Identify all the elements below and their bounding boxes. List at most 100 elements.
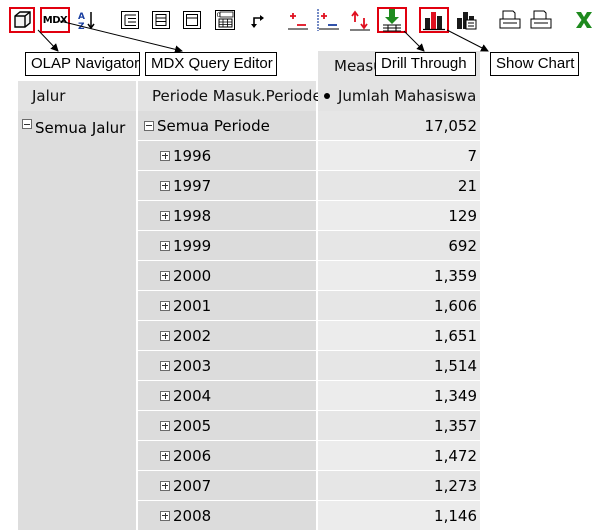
- drill-member-button[interactable]: [285, 7, 311, 33]
- value-label: 21: [457, 176, 477, 195]
- periode-member-label[interactable]: 2001: [173, 297, 211, 315]
- drill-replace-button[interactable]: [347, 7, 373, 33]
- value-cell[interactable]: 1,651: [318, 321, 480, 350]
- value-cell[interactable]: 1,514: [318, 351, 480, 380]
- periode-member-row: 2005: [138, 411, 316, 440]
- jalur-member-label[interactable]: Semua Jalur: [35, 119, 125, 137]
- expand-icon[interactable]: [160, 510, 170, 521]
- callout-mdx-query-editor-label: MDX Query Editor: [151, 55, 273, 72]
- value-label: 1,357: [434, 416, 477, 435]
- value-cell-root[interactable]: 17,052: [318, 111, 480, 140]
- sort-az-icon: A Z: [78, 12, 95, 31]
- mdx-icon: MDX: [42, 14, 68, 26]
- expand-icon[interactable]: [160, 300, 170, 311]
- value-label: 129: [448, 206, 477, 225]
- expand-icon[interactable]: [160, 480, 170, 491]
- cube-icon: [14, 11, 31, 28]
- collapse-icon[interactable]: [144, 120, 154, 131]
- value-cell[interactable]: 129: [318, 201, 480, 230]
- value-label: 692: [448, 236, 477, 255]
- periode-member-row: 2007: [138, 471, 316, 500]
- periode-member-label[interactable]: 1998: [173, 207, 211, 225]
- measure-header-label: Jumlah Mahasiswa: [338, 87, 477, 105]
- drill-position-button[interactable]: [316, 7, 342, 33]
- sort-bullet-icon: [324, 93, 330, 99]
- periode-member-label[interactable]: 2000: [173, 267, 211, 285]
- jalur-header-label: Jalur: [32, 87, 66, 105]
- value-cell[interactable]: 1,146: [318, 501, 480, 530]
- print-config-icon: [499, 10, 521, 29]
- expand-icon[interactable]: [160, 420, 170, 431]
- excel-export-icon: [575, 12, 592, 28]
- show-chart-button[interactable]: [419, 7, 449, 33]
- periode-member-label[interactable]: 1996: [173, 147, 211, 165]
- value-label: 1,146: [434, 506, 477, 525]
- olap-navigator-button[interactable]: [9, 7, 35, 33]
- periode-member-label[interactable]: 2006: [173, 447, 211, 465]
- show-parent-members-button[interactable]: [117, 7, 143, 33]
- periode-member-label[interactable]: 2008: [173, 507, 211, 525]
- svg-text:A: A: [78, 12, 85, 22]
- value-label: 7: [467, 146, 477, 165]
- value-label: 1,606: [434, 296, 477, 315]
- callout-show-chart: Show Chart: [490, 52, 579, 76]
- periode-member-label[interactable]: 2002: [173, 327, 211, 345]
- hierarchy-icon: [121, 11, 139, 29]
- periode-member-label[interactable]: 2005: [173, 417, 211, 435]
- sort-button[interactable]: A Z: [74, 7, 100, 33]
- mdx-query-editor-button[interactable]: MDX: [40, 7, 70, 33]
- show-properties-button[interactable]: [179, 7, 205, 33]
- value-cell[interactable]: 7: [318, 141, 480, 170]
- value-label: 1,273: [434, 476, 477, 495]
- periode-member-label[interactable]: 2007: [173, 477, 211, 495]
- chart-config-button[interactable]: [453, 7, 479, 33]
- periode-member-row: 2006: [138, 441, 316, 470]
- callout-olap-navigator-label: OLAP Navigator: [31, 55, 140, 72]
- columns-icon: [152, 11, 170, 29]
- expand-icon[interactable]: [160, 330, 170, 341]
- drill-through-button[interactable]: [377, 7, 407, 33]
- hide-spans-button[interactable]: [148, 7, 174, 33]
- expand-icon[interactable]: [160, 240, 170, 251]
- expand-icon[interactable]: [160, 150, 170, 161]
- periode-member-label[interactable]: 2004: [173, 387, 211, 405]
- value-cell[interactable]: 21: [318, 171, 480, 200]
- column-header-jalur[interactable]: Jalur: [18, 81, 136, 111]
- callout-mdx-query-editor: MDX Query Editor: [145, 52, 277, 76]
- expand-icon[interactable]: [160, 390, 170, 401]
- callout-drill-through-label: Drill Through: [381, 55, 467, 72]
- periode-member-label[interactable]: Semua Periode: [157, 117, 270, 135]
- print-pdf-button[interactable]: [528, 7, 554, 33]
- periode-member-row: 2008: [138, 501, 316, 530]
- expand-icon[interactable]: [160, 270, 170, 281]
- periode-member-label[interactable]: 1997: [173, 177, 211, 195]
- value-label: 1,349: [434, 386, 477, 405]
- value-cell[interactable]: 1,472: [318, 441, 480, 470]
- collapse-icon[interactable]: [22, 119, 32, 129]
- print-pdf-icon: [530, 10, 552, 29]
- drill-position-icon: [317, 9, 339, 31]
- non-empty-button[interactable]: 0: [212, 7, 238, 33]
- value-cell[interactable]: 1,606: [318, 291, 480, 320]
- periode-member-row: 2004: [138, 381, 316, 410]
- expand-icon[interactable]: [160, 180, 170, 191]
- drill-replace-icon: [350, 10, 370, 31]
- table-options-icon: 0: [215, 10, 235, 30]
- expand-icon[interactable]: [160, 360, 170, 371]
- value-cell[interactable]: 692: [318, 231, 480, 260]
- value-label: 1,651: [434, 326, 477, 345]
- expand-icon[interactable]: [160, 450, 170, 461]
- swap-axes-button[interactable]: [245, 7, 271, 33]
- periode-member-label[interactable]: 1999: [173, 237, 211, 255]
- periode-member-row: 1997: [138, 171, 316, 200]
- periode-member-label[interactable]: 2003: [173, 357, 211, 375]
- value-cell[interactable]: 1,357: [318, 411, 480, 440]
- value-cell[interactable]: 1,273: [318, 471, 480, 500]
- excel-export-button[interactable]: [571, 7, 596, 33]
- value-cell[interactable]: 1,359: [318, 261, 480, 290]
- expand-icon[interactable]: [160, 210, 170, 221]
- column-header-measure[interactable]: Jumlah Mahasiswa: [318, 81, 480, 111]
- print-config-button[interactable]: [497, 7, 523, 33]
- value-cell[interactable]: 1,349: [318, 381, 480, 410]
- column-header-periode[interactable]: Periode Masuk.Periode: [138, 81, 322, 111]
